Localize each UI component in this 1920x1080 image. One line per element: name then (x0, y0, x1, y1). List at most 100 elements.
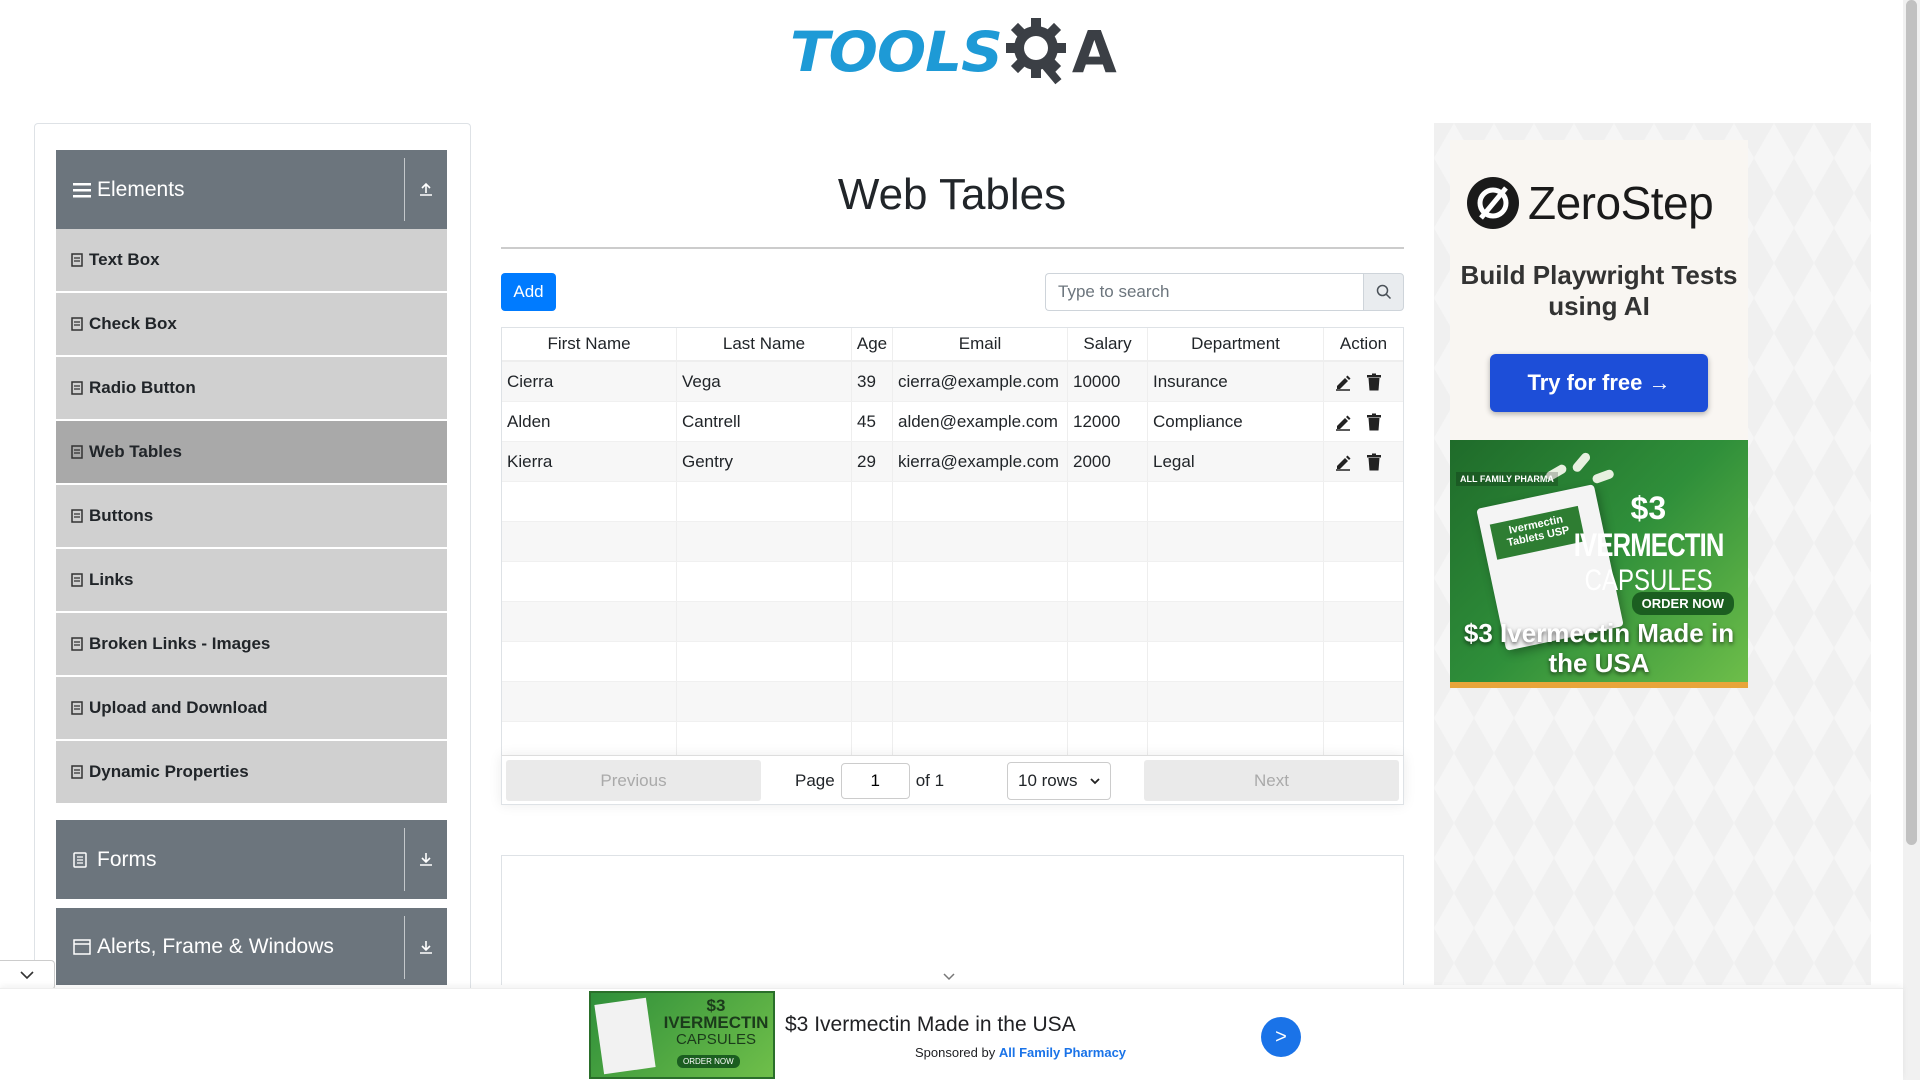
page-title: Web Tables (837, 170, 1067, 219)
bottom-banner-ad[interactable]: $3 IVERMECTIN CAPSULES ORDER NOW $3 Iver… (0, 988, 1903, 1080)
group-header-forms[interactable]: Forms (56, 820, 447, 899)
collapse-tab[interactable] (0, 960, 55, 990)
table-row-empty (502, 602, 1403, 642)
list-icon (71, 253, 83, 267)
table-row-empty (502, 642, 1403, 682)
page-input[interactable] (840, 763, 910, 799)
ivermectin-ad[interactable]: ALL FAMILY PHARMA Ivermectin Tablets USP… (1450, 440, 1748, 688)
delete-icon[interactable] (1366, 413, 1382, 431)
empty-cell (1324, 522, 1403, 561)
previous-button[interactable]: Previous (506, 760, 761, 801)
header-age[interactable]: Age (852, 328, 893, 360)
menu-item-buttons[interactable]: Buttons (56, 485, 447, 547)
menu-item-links[interactable]: Links (56, 549, 447, 611)
menu-item-web-tables[interactable]: Web Tables (56, 421, 447, 483)
menu-item-label: Web Tables (89, 442, 182, 461)
delete-icon[interactable] (1366, 453, 1382, 471)
empty-cell (893, 562, 1068, 601)
collapse-up-icon[interactable] (413, 176, 439, 202)
logo-text: TOOLS (790, 19, 1003, 85)
banner-image: $3 IVERMECTIN CAPSULES ORDER NOW (589, 991, 775, 1079)
cell-department: Legal (1148, 442, 1324, 481)
expand-down-icon[interactable] (413, 934, 439, 960)
menu-item-label: Dynamic Properties (89, 762, 249, 781)
menu-item-check-box[interactable]: Check Box (56, 293, 447, 355)
empty-cell (1148, 562, 1324, 601)
empty-cell (852, 602, 893, 641)
zerostep-logo: ZeroStep (1466, 176, 1714, 230)
header-first-name[interactable]: First Name (502, 328, 677, 360)
empty-cell (502, 602, 677, 641)
edit-icon[interactable] (1334, 453, 1352, 471)
page-total: of 1 (915, 771, 945, 790)
zerostep-ad[interactable]: ZeroStep Build Playwright Tests using AI… (1450, 140, 1748, 440)
empty-cell (502, 562, 677, 601)
rows-per-page-select[interactable]: 10 rows (1007, 762, 1111, 800)
header-salary[interactable]: Salary (1068, 328, 1148, 360)
cell-age: 29 (852, 442, 893, 481)
search-button[interactable] (1363, 273, 1404, 311)
hamburger-icon (73, 182, 91, 198)
page-info: Page of 1 (795, 761, 944, 801)
empty-cell (1148, 642, 1324, 681)
header-last-name[interactable]: Last Name (677, 328, 852, 360)
scrollbar-thumb[interactable] (1906, 0, 1917, 845)
menu-item-upload-download[interactable]: Upload and Download (56, 677, 447, 739)
group-label: Alerts, Frame & Windows (97, 934, 334, 958)
header-email[interactable]: Email (893, 328, 1068, 360)
menu-item-text-box[interactable]: Text Box (56, 229, 447, 291)
empty-cell (1068, 682, 1148, 721)
chevron-down-icon (20, 971, 34, 980)
web-table: First Name Last Name Age Email Salary De… (501, 327, 1404, 805)
list-icon (71, 445, 83, 459)
chevron-down-icon (1090, 778, 1100, 785)
empty-cell (677, 642, 852, 681)
list-icon (71, 381, 83, 395)
menu-item-label: Broken Links - Images (89, 634, 271, 653)
edit-icon[interactable] (1334, 413, 1352, 431)
menu-item-broken-links[interactable]: Broken Links - Images (56, 613, 447, 675)
cell-last-name: Vega (677, 362, 852, 401)
sponsor-link[interactable]: All Family Pharmacy (999, 1045, 1126, 1060)
cell-email: cierra@example.com (893, 362, 1068, 401)
next-button[interactable]: Next (1144, 760, 1399, 801)
empty-cell (677, 682, 852, 721)
group-header-elements[interactable]: Elements (56, 150, 447, 229)
add-button[interactable]: Add (501, 273, 556, 311)
cell-salary: 12000 (1068, 402, 1148, 441)
empty-cell (1068, 642, 1148, 681)
empty-rows (502, 482, 1403, 762)
empty-cell (1324, 602, 1403, 641)
banner-title[interactable]: $3 Ivermectin Made in the USA (785, 1013, 1076, 1037)
group-label: Elements (97, 177, 185, 201)
empty-cell (1068, 602, 1148, 641)
expand-down-icon[interactable] (413, 846, 439, 872)
edit-icon[interactable] (1334, 373, 1352, 391)
empty-cell (893, 522, 1068, 561)
banner-go-button[interactable]: > (1261, 1017, 1301, 1057)
delete-icon[interactable] (1366, 373, 1382, 391)
menu-item-radio-button[interactable]: Radio Button (56, 357, 447, 419)
scrollbar[interactable] (1903, 0, 1920, 1080)
group-header-alerts[interactable]: Alerts, Frame & Windows (56, 908, 447, 985)
try-for-free-button[interactable]: Try for free → (1490, 354, 1708, 412)
table-row: Cierra Vega 39 cierra@example.com 10000 … (502, 362, 1403, 402)
chevron-down-icon[interactable] (942, 972, 956, 982)
search-input[interactable] (1045, 273, 1363, 311)
empty-cell (893, 602, 1068, 641)
empty-cell (502, 482, 677, 521)
divider (404, 158, 405, 221)
cell-department: Insurance (1148, 362, 1324, 401)
header-department[interactable]: Department (1148, 328, 1324, 360)
list-icon (71, 509, 83, 523)
gear-icon (1004, 14, 1070, 91)
content-box (501, 855, 1404, 985)
toolsqa-logo[interactable]: TOOLS A (790, 14, 1120, 90)
menu-item-dynamic-properties[interactable]: Dynamic Properties (56, 741, 447, 803)
empty-cell (852, 562, 893, 601)
cell-email: alden@example.com (893, 402, 1068, 441)
empty-cell (1324, 642, 1403, 681)
empty-cell (893, 682, 1068, 721)
menu-item-label: Upload and Download (89, 698, 268, 717)
cell-salary: 10000 (1068, 362, 1148, 401)
